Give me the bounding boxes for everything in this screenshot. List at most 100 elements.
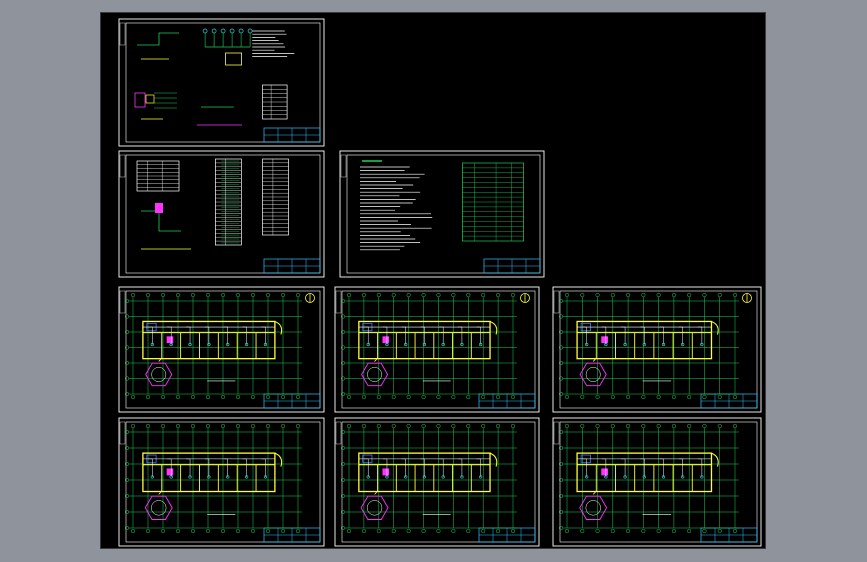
wiring-run: [476, 326, 481, 345]
grid-axis-bubble: [295, 423, 301, 429]
grid-axis-bubble: [190, 292, 196, 298]
device-node: [229, 28, 235, 34]
grid-axis-bubble: [406, 423, 411, 429]
grid-axis-bubble: [671, 528, 676, 534]
grid-axis-bubble: [376, 423, 381, 429]
grid-axis-bubble: [145, 394, 151, 400]
grid-axis-bubble: [732, 528, 738, 534]
grid-axis-bubble: [421, 394, 426, 400]
grid-axis-bubble: [280, 423, 286, 429]
binding-strip: [335, 421, 342, 445]
grid-axis-bubble: [175, 423, 181, 429]
wiring-run: [186, 326, 191, 345]
grid-axis-bubble: [496, 292, 501, 298]
grid-axis-bubble: [145, 292, 151, 298]
grid-axis-bubble: [346, 528, 352, 534]
grid-axis-bubble: [496, 528, 501, 534]
device-node: [247, 28, 253, 34]
wiring-run: [640, 326, 645, 345]
sheet-outer-border: [118, 150, 325, 278]
grid-axis-bubble: [595, 394, 600, 400]
grid-axis-bubble: [481, 292, 486, 298]
grid-axis-bubble: [641, 423, 646, 429]
panel-box: [225, 52, 242, 66]
grid-axis-bubble: [656, 292, 661, 298]
grid-axis-bubble: [436, 292, 441, 298]
grid-axis-bubble: [235, 394, 241, 400]
grid-axis-bubble: [466, 528, 471, 534]
grid-axis-bubble: [421, 423, 426, 429]
hexagon-wing: [579, 362, 607, 387]
wiring-run: [621, 326, 626, 345]
sheet-floor-1-lighting[interactable]: [118, 286, 325, 413]
wiring-run: [621, 458, 626, 477]
wiring-run: [242, 458, 247, 477]
grid-axis-bubble: [376, 528, 381, 534]
wiring-run: [261, 326, 266, 345]
grid-axis-bubble: [175, 528, 181, 534]
grid-axis-bubble: [250, 292, 256, 298]
grid-axis-bubble: [481, 394, 486, 400]
distribution-panel: [382, 336, 390, 344]
grid-axis-bubble: [481, 528, 486, 534]
grid-axis-bubble: [220, 528, 226, 534]
grid-axis-bubble: [235, 292, 241, 298]
grid-axis-bubble: [391, 394, 396, 400]
grid-axis-bubble: [265, 394, 271, 400]
sheet-design-notes[interactable]: [339, 150, 545, 278]
grid-axis-bubble: [265, 423, 271, 429]
sheet-floor-2-lighting[interactable]: [334, 286, 540, 413]
grid-axis-bubble: [687, 292, 692, 298]
wiring-run: [457, 326, 463, 345]
grid-axis-bubble: [436, 528, 441, 534]
grid-axis-bubble: [145, 528, 151, 534]
wiring-run: [420, 326, 425, 345]
grid-axis-bubble: [717, 423, 722, 429]
wiring-run: [148, 326, 153, 345]
hexagon-wing: [361, 362, 389, 387]
sheet-floor-1-power[interactable]: [118, 417, 325, 547]
sheet-distribution-schedule[interactable]: [118, 150, 325, 278]
sheet-outer-border: [334, 417, 540, 547]
wiring-run: [401, 326, 406, 345]
hexagon-wing: [360, 495, 389, 520]
binding-strip: [119, 22, 126, 46]
binding-strip: [553, 421, 560, 445]
wiring-run: [223, 326, 229, 345]
grid-axis-bubble: [205, 423, 211, 429]
hexagon-wing: [145, 362, 173, 387]
grid-axis-bubble: [466, 394, 471, 400]
wiring-run: [261, 458, 266, 477]
distribution-panel: [601, 336, 608, 344]
hexagon-core: [585, 500, 601, 516]
sheet-electrical-diagrams[interactable]: [118, 18, 325, 147]
grid-axis-bubble: [496, 394, 501, 400]
sheet-outer-border: [552, 417, 762, 547]
device-node: [238, 28, 244, 34]
grid-axis-bubble: [361, 292, 366, 298]
grid-axis-bubble: [346, 394, 352, 400]
grid-axis-bubble: [580, 292, 585, 298]
grid-axis-bubble: [687, 423, 692, 429]
wiring-run: [697, 326, 703, 345]
grid-axis-bubble: [580, 423, 585, 429]
grid-axis-bubble: [595, 423, 600, 429]
grid-axis-bubble: [671, 292, 676, 298]
sheet-floor-3-lighting[interactable]: [552, 286, 762, 413]
grid-axis-bubble: [421, 292, 426, 298]
grid-axis-bubble: [436, 423, 441, 429]
grid-axis-bubble: [702, 528, 707, 534]
grid-axis-bubble: [295, 292, 301, 298]
distribution-panel: [382, 468, 390, 476]
sheet-floor-3-power[interactable]: [552, 417, 762, 547]
grid-axis-bubble: [346, 292, 352, 298]
grid-axis-bubble: [346, 423, 352, 429]
grid-axis-bubble: [391, 292, 396, 298]
grid-axis-bubble: [205, 292, 211, 298]
sheet-outer-border: [118, 18, 325, 147]
cad-drawing-canvas[interactable]: [100, 12, 766, 549]
grid-axis-bubble: [406, 528, 411, 534]
wiring-run: [476, 458, 481, 477]
sheet-floor-2-power[interactable]: [334, 417, 540, 547]
grid-axis-bubble: [451, 292, 456, 298]
